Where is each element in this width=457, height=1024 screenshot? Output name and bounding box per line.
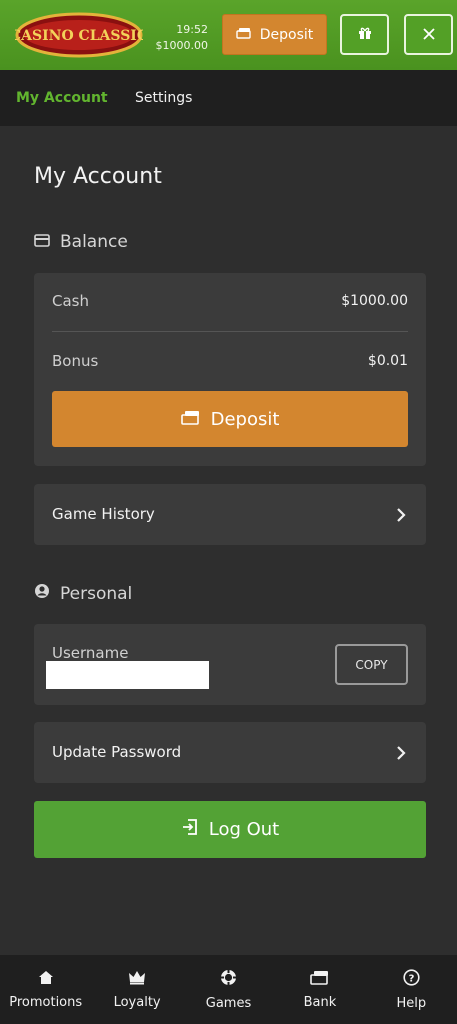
nav-games-label: Games [205,995,252,1011]
balance-heading: Balance [34,232,128,252]
chevron-right-icon [396,745,406,765]
home-icon [38,970,54,989]
bonus-value: $0.01 [367,353,408,369]
card-icon [34,232,50,252]
nav-games[interactable]: Games [183,955,274,1024]
username-label: Username [52,644,129,662]
balance-heading-label: Balance [60,232,128,252]
nav-promotions-label: Promotions [9,994,83,1010]
close-button[interactable] [404,14,453,55]
svg-text:CASINO CLASSIC: CASINO CLASSIC [15,28,143,44]
update-password-row[interactable]: Update Password [34,722,426,783]
nav-loyalty[interactable]: Loyalty [91,955,182,1024]
nav-bank[interactable]: Bank [274,955,365,1024]
deposit-button[interactable]: Deposit [52,391,408,447]
gift-button[interactable] [340,14,389,55]
top-header: CASINO CLASSIC 19:52 $1000.00 Deposit [0,0,457,70]
nav-bank-label: Bank [303,994,337,1010]
svg-text:?: ? [408,973,414,984]
divider [52,331,408,332]
money-icon [310,970,330,989]
crown-icon [128,970,146,989]
copy-button[interactable]: COPY [335,644,408,685]
username-value [46,661,209,689]
header-deposit-button[interactable]: Deposit [222,14,327,55]
help-icon: ? [403,968,420,990]
chip-icon [220,969,237,990]
header-balance: $1000.00 [155,39,209,52]
tab-settings[interactable]: Settings [135,90,192,106]
close-icon [422,25,435,44]
logout-label: Log Out [208,819,280,840]
page-title: My Account [34,164,162,189]
cash-value: $1000.00 [341,293,408,309]
bottom-navigation: Promotions Loyalty Games Bank ? Help [0,955,457,1024]
game-history-label: Game History [52,505,155,523]
chevron-right-icon [396,507,406,527]
bonus-label: Bonus [52,352,99,370]
clock-time: 19:52 [176,23,208,36]
gift-icon [358,25,372,44]
header-deposit-label: Deposit [259,26,314,43]
logout-icon [181,818,199,841]
logout-button[interactable]: Log Out [34,801,426,858]
personal-heading-label: Personal [60,583,133,604]
nav-help[interactable]: ? Help [366,955,457,1024]
update-password-label: Update Password [52,743,182,761]
user-circle-icon [34,583,50,604]
username-card: Username COPY [34,624,426,705]
deposit-label: Deposit [210,408,280,430]
personal-heading: Personal [34,583,132,604]
casino-classic-logo[interactable]: CASINO CLASSIC [10,12,148,58]
account-tabs: My Account Settings [0,70,457,126]
cash-label: Cash [52,292,89,310]
time-balance: 19:52 $1000.00 [156,22,209,54]
nav-promotions[interactable]: Promotions [0,955,91,1024]
balance-card: Cash $1000.00 Bonus $0.01 Deposit [34,273,426,466]
money-icon [180,409,201,430]
money-icon [236,27,252,43]
tab-my-account[interactable]: My Account [16,90,108,106]
game-history-row[interactable]: Game History [34,484,426,545]
nav-help-label: Help [396,995,427,1011]
nav-loyalty-label: Loyalty [113,994,161,1010]
